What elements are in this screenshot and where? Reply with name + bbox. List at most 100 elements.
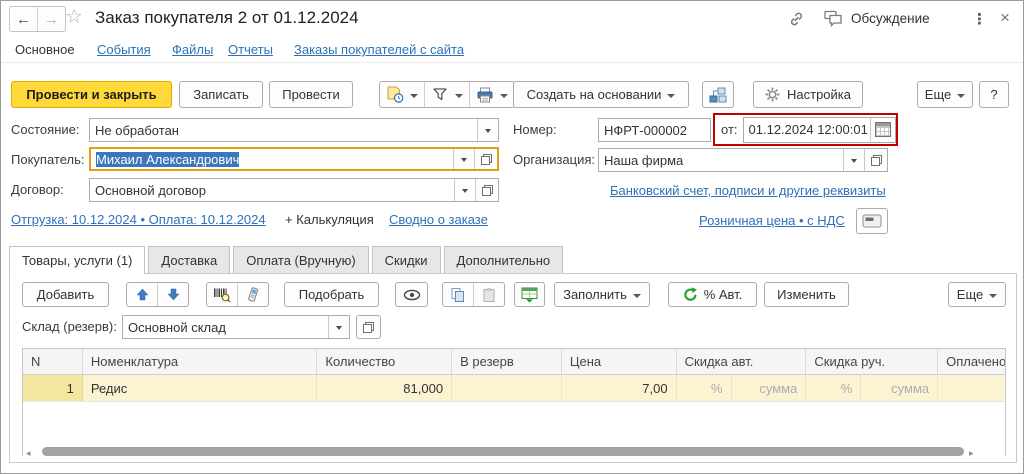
contract-field[interactable]: Основной договор [89, 178, 499, 202]
forward-button[interactable]: → [37, 7, 65, 31]
shipping-payment-link[interactable]: Отгрузка: 10.12.2024 • Оплата: 10.12.202… [11, 212, 266, 227]
fill-button[interactable]: Заполнить [554, 282, 650, 307]
bank-details-link[interactable]: Банковский счет, подписи и другие реквиз… [610, 183, 886, 198]
chevron-down-icon [851, 159, 857, 166]
state-dropdown-button[interactable] [477, 119, 498, 141]
back-icon: ← [16, 11, 31, 28]
retail-price-link[interactable]: Розничная цена • с НДС [699, 213, 845, 228]
cell-reserve[interactable] [452, 375, 562, 401]
barcode-icon [213, 287, 231, 302]
link-icon [787, 10, 806, 28]
move-up-button[interactable] [127, 283, 157, 306]
buyer-dropdown-button[interactable] [453, 149, 474, 169]
cell-disc-man-sum[interactable]: сумма [861, 375, 938, 401]
print-menu-button[interactable] [469, 82, 514, 107]
scroll-right-icon[interactable]: ▸ [969, 448, 974, 459]
subordination-structure-button[interactable] [702, 81, 734, 108]
tab-payment[interactable]: Оплата (Вручную) [233, 246, 368, 274]
state-field[interactable]: Не обработан [89, 118, 499, 142]
buyer-open-button[interactable] [474, 149, 497, 169]
col-qty: Количество [317, 349, 452, 374]
close-icon[interactable]: × [1000, 8, 1010, 28]
funnel-icon [431, 87, 449, 102]
nav-item-files[interactable]: Файлы [172, 42, 213, 57]
cell-disc-man-pct[interactable]: % [806, 375, 861, 401]
forward-icon: → [44, 11, 59, 28]
tab-delivery[interactable]: Доставка [148, 246, 230, 274]
organization-open-button[interactable] [864, 149, 887, 171]
nav-item-events[interactable]: События [97, 42, 151, 57]
date-field[interactable]: 01.12.2024 12:00:01 [743, 117, 896, 143]
settings-button[interactable]: Настройка [753, 81, 863, 108]
number-field[interactable]: НФРТ-000002 [598, 118, 711, 142]
cell-n[interactable]: 1 [23, 375, 83, 401]
calendar-button[interactable] [870, 118, 895, 142]
gear-icon [765, 87, 780, 102]
help-button[interactable]: ? [979, 81, 1009, 108]
paste-button[interactable] [473, 283, 504, 306]
nav-item-site-orders[interactable]: Заказы покупателей с сайта [294, 42, 464, 57]
load-from-file-button[interactable] [514, 282, 545, 307]
more-button[interactable]: Еще [917, 81, 973, 108]
more-vertical-icon[interactable]: ⋮ [972, 10, 987, 28]
posting-menu-button[interactable] [380, 82, 424, 107]
grid-row[interactable]: 1 Редис 81,000 7,00 % сумма % сумма [23, 375, 1005, 402]
open-icon [363, 322, 374, 333]
contract-open-button[interactable] [475, 179, 498, 201]
copy-button[interactable] [443, 283, 473, 306]
buyer-field[interactable]: Михаил Александрович [89, 147, 499, 171]
get-link-button[interactable] [787, 10, 806, 28]
paste-icon [481, 287, 497, 303]
tab-discounts[interactable]: Скидки [372, 246, 441, 274]
discussion-button[interactable]: Обсуждение [823, 10, 930, 27]
edit-button[interactable]: Изменить [764, 282, 849, 307]
warehouse-field[interactable]: Основной склад [122, 315, 350, 339]
nav-item-main[interactable]: Основное [15, 42, 75, 57]
move-down-button[interactable] [157, 283, 188, 306]
view-button[interactable] [395, 282, 428, 307]
cell-disc-auto-sum[interactable]: сумма [732, 375, 807, 401]
open-icon [481, 154, 492, 165]
contract-dropdown-button[interactable] [454, 179, 475, 201]
cell-price[interactable]: 7,00 [562, 375, 677, 401]
order-summary-link[interactable]: Сводно о заказе [389, 212, 488, 227]
col-n: N [23, 349, 83, 374]
col-disc-manual: Скидка руч. [806, 349, 938, 374]
tab-additional[interactable]: Дополнительно [444, 246, 564, 274]
horizontal-scrollbar-thumb[interactable] [42, 447, 964, 456]
scroll-left-icon[interactable]: ◂ [26, 448, 31, 459]
organization-field[interactable]: Наша фирма [598, 148, 888, 172]
data-terminal-button[interactable] [237, 283, 268, 306]
create-based-on-button[interactable]: Создать на основании [513, 81, 689, 108]
price-settings-button[interactable] [856, 208, 888, 234]
scan-barcode-button[interactable] [207, 283, 237, 306]
cell-item[interactable]: Редис [83, 375, 317, 401]
terminal-icon [245, 287, 261, 303]
add-row-button[interactable]: Добавить [22, 282, 109, 307]
nav-item-reports[interactable]: Отчеты [228, 42, 273, 57]
warehouse-open-button[interactable] [356, 315, 381, 339]
arrow-down-icon [167, 288, 180, 301]
grid-more-button[interactable]: Еще [948, 282, 1006, 307]
filter-menu-button[interactable] [424, 82, 469, 107]
items-grid: N Номенклатура Количество В резерв Цена … [22, 348, 1006, 402]
post-button[interactable]: Провести [269, 81, 353, 108]
page-title: Заказ покупателя 2 от 01.12.2024 [95, 8, 359, 28]
pick-items-button[interactable]: Подобрать [284, 282, 379, 307]
tab-goods-services[interactable]: Товары, услуги (1) [9, 246, 145, 274]
buyer-label: Покупатель: [11, 152, 84, 167]
cell-disc-auto-pct[interactable]: % [677, 375, 732, 401]
number-label: Номер: [513, 122, 557, 137]
post-and-close-button[interactable]: Провести и закрыть [11, 81, 172, 108]
chevron-down-icon [462, 189, 468, 196]
cell-paid[interactable] [938, 375, 1005, 401]
back-button[interactable]: ← [10, 7, 37, 31]
cell-qty[interactable]: 81,000 [317, 375, 452, 401]
favorite-star-icon[interactable]: ☆ [65, 7, 83, 27]
organization-dropdown-button[interactable] [843, 149, 864, 171]
doc-actions-group [379, 81, 515, 108]
auto-discount-button[interactable]: % Авт. [668, 282, 757, 307]
calculation-label[interactable]: + Калькуляция [285, 212, 374, 227]
save-button[interactable]: Записать [179, 81, 263, 108]
warehouse-dropdown-button[interactable] [328, 316, 349, 338]
